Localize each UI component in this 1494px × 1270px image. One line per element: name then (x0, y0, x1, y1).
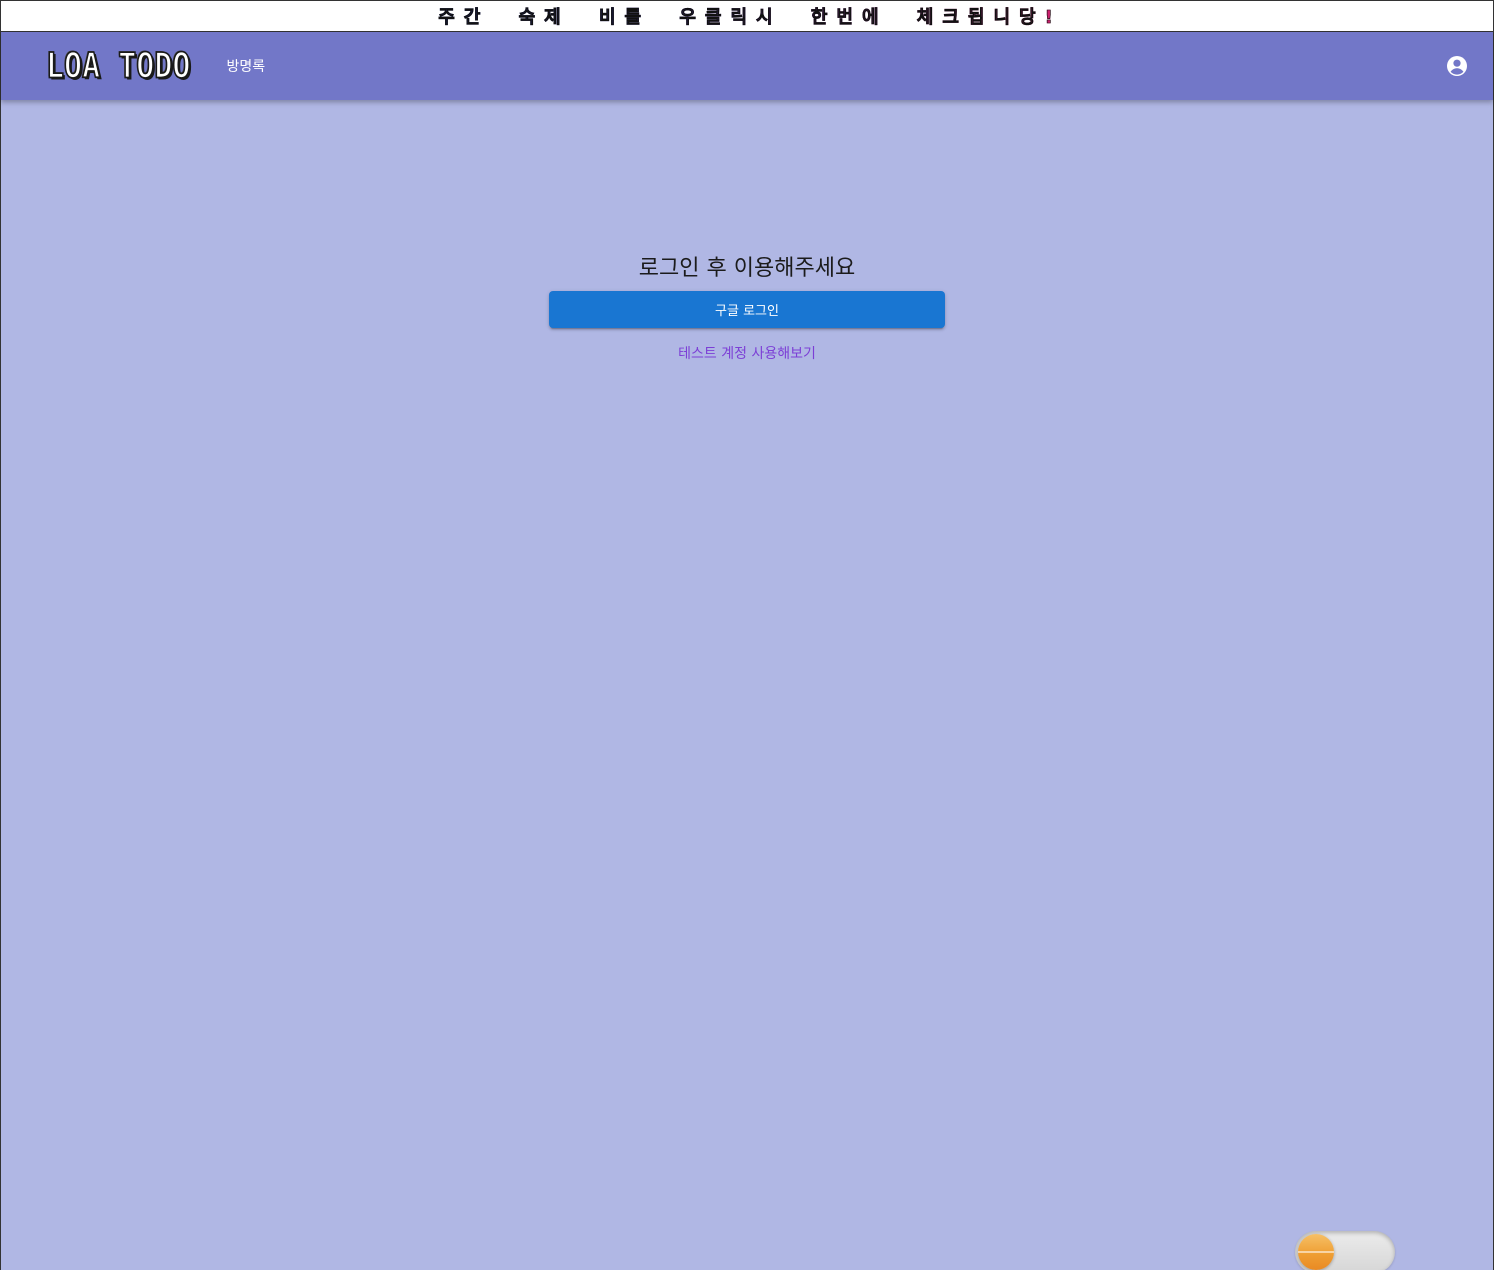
google-login-button[interactable]: 구글 로그인 (549, 291, 945, 328)
logo[interactable]: LOA TODO (45, 45, 191, 87)
nav-guestbook-link[interactable]: 방명록 (227, 50, 266, 82)
sun-icon (1298, 1234, 1334, 1270)
app-bar: LOA TODO 방명록 (1, 32, 1493, 100)
main-content: 로그인 후 이용해주세요 구글 로그인 테스트 계정 사용해보기 (1, 100, 1493, 364)
test-account-link[interactable]: 테스트 계정 사용해보기 (678, 344, 816, 364)
announcement-banner: 주간 숙제 비를 우클릭시 한번에 체크됩니당! (1, 0, 1493, 32)
account-button[interactable] (1445, 54, 1469, 78)
login-prompt-heading: 로그인 후 이용해주세요 (638, 256, 856, 281)
banner-text: 주간 숙제 비를 우클릭시 한번에 체크됩니당! (432, 3, 1062, 29)
theme-toggle[interactable] (1295, 1231, 1395, 1270)
account-circle-icon (1447, 56, 1467, 76)
